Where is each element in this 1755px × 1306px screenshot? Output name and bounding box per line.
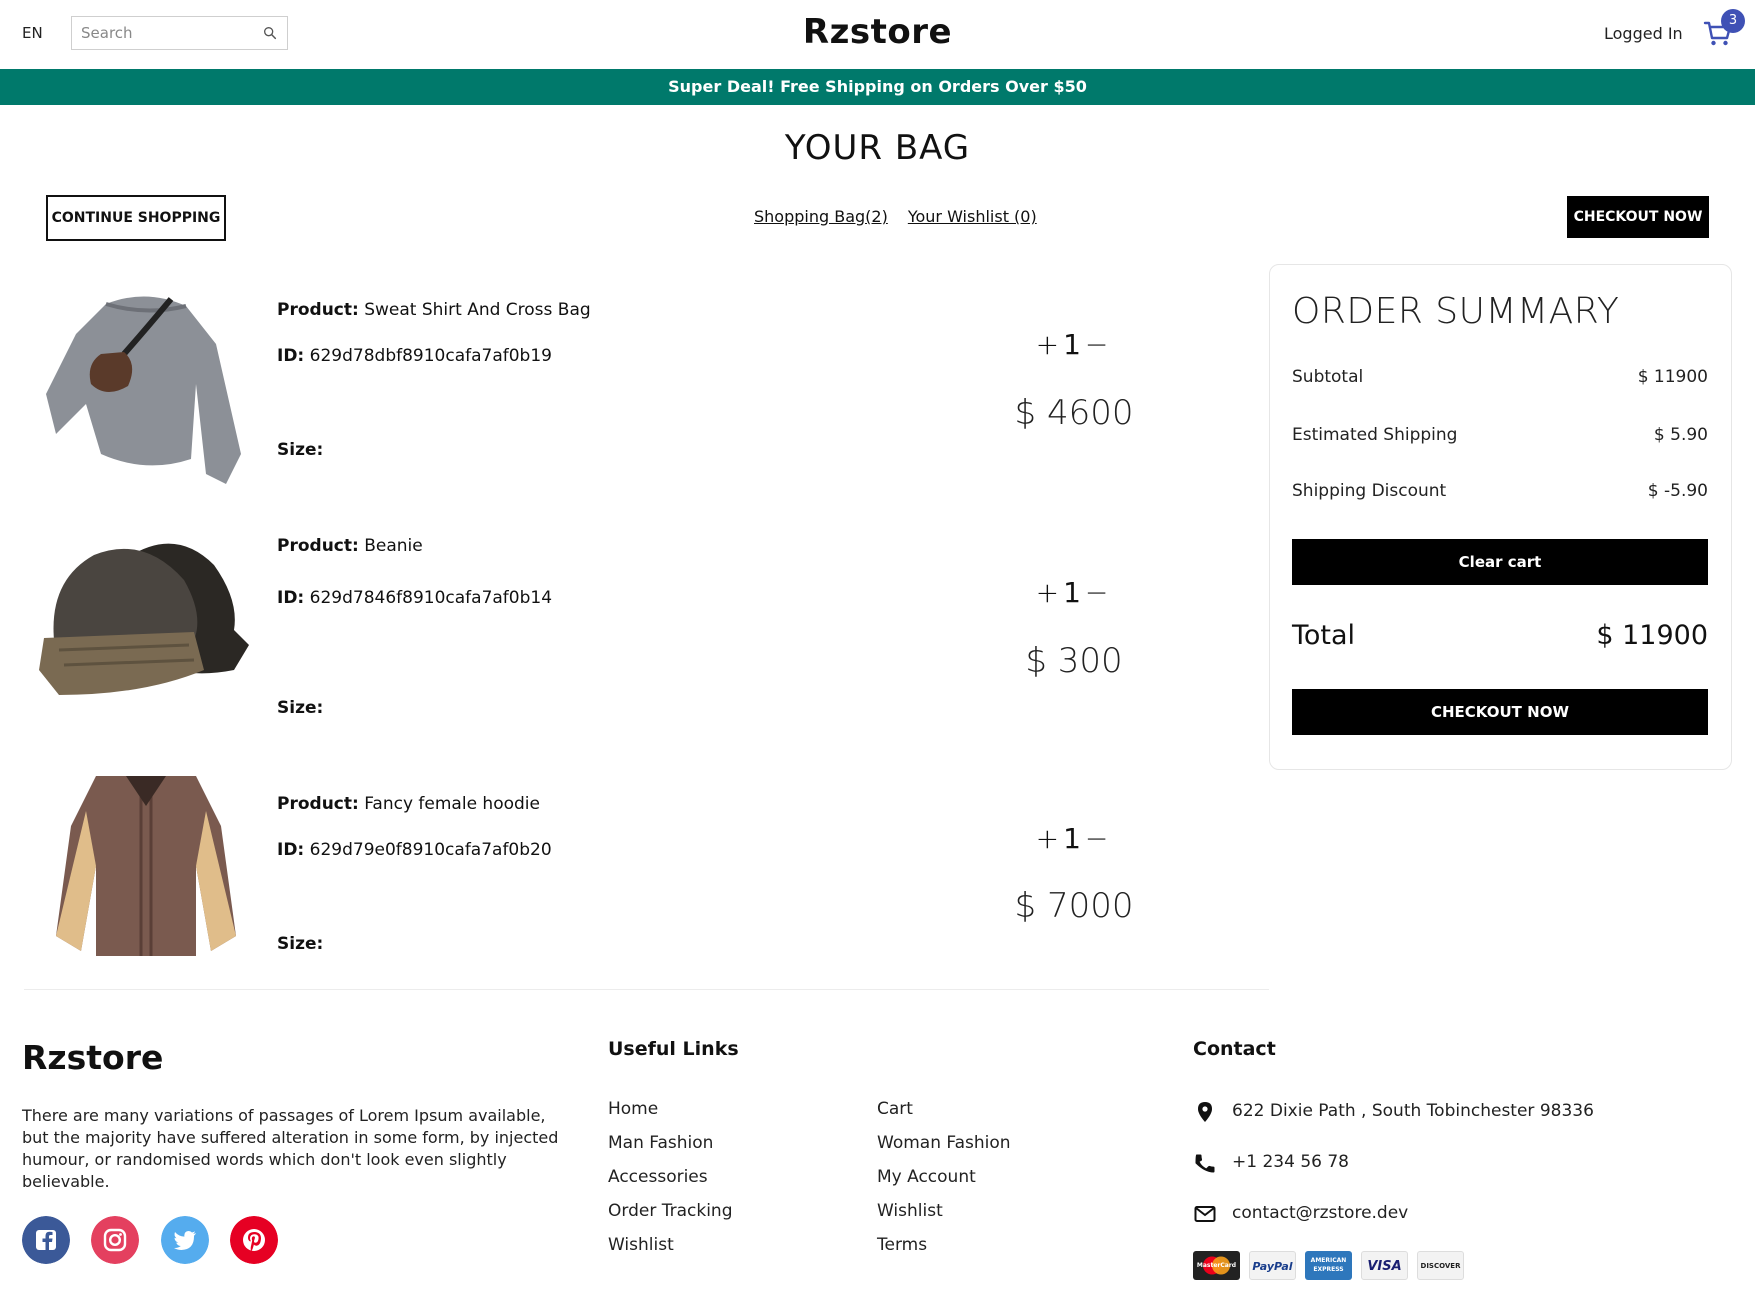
discover-logo: DISCOVER [1417, 1251, 1464, 1280]
shipping-value: $ 5.90 [1653, 425, 1708, 445]
subtotal-label: Subtotal [1292, 367, 1364, 387]
product-id: 629d79e0f8910cafa7af0b20 [309, 840, 552, 860]
phone-text: +1 234 56 78 [1232, 1152, 1349, 1172]
product-id: 629d7846f8910cafa7af0b14 [309, 588, 553, 608]
discount-value: $ -5.90 [1647, 481, 1708, 501]
footer-link-wishlist[interactable]: Wishlist [608, 1235, 674, 1255]
product-image[interactable] [34, 520, 254, 720]
quantity-stepper: +1− [1024, 822, 1124, 855]
size-label: Size: [277, 440, 324, 460]
cart-count-badge: 3 [1721, 9, 1745, 33]
cart-item: Product: Sweat Shirt And Cross Bag ID: 6… [24, 280, 1269, 500]
brand-logo[interactable]: Rzstore [803, 12, 952, 52]
shopping-bag-link[interactable]: Shopping Bag(2) [754, 207, 888, 226]
cart-item: Product: Beanie ID: 629d7846f8910cafa7af… [24, 516, 1269, 746]
product-name: Beanie [364, 536, 423, 556]
email-text: contact@rzstore.dev [1232, 1203, 1409, 1223]
language-selector[interactable]: EN [22, 24, 43, 42]
product-label: Product: [277, 794, 359, 814]
footer-link-accessories[interactable]: Accessories [608, 1167, 708, 1187]
increase-quantity-button[interactable]: + [1036, 328, 1063, 361]
footer-brand: Rzstore [22, 1038, 164, 1077]
continue-shopping-button[interactable]: CONTINUE SHOPPING [46, 195, 226, 241]
phone-icon [1195, 1154, 1215, 1173]
size-label: Size: [277, 934, 324, 954]
quantity-stepper: +1− [1024, 328, 1124, 361]
footer-link-terms[interactable]: Terms [877, 1235, 927, 1255]
item-price: $ 300 [1025, 641, 1123, 681]
item-price: $ 7000 [1014, 886, 1134, 926]
top-header: EN Rzstore Logged In 3 [0, 0, 1755, 69]
footer-link-order-tracking[interactable]: Order Tracking [608, 1201, 733, 1221]
search-box[interactable] [71, 16, 288, 50]
checkout-now-button[interactable]: CHECKOUT NOW [1567, 196, 1709, 238]
size-label: Size: [277, 698, 324, 718]
wishlist-link[interactable]: Your Wishlist (0) [908, 207, 1037, 226]
order-summary-panel: ORDER SUMMARY Subtotal $ 11900 Estimated… [1269, 264, 1732, 770]
product-label: Product: [277, 300, 359, 320]
facebook-icon[interactable] [22, 1216, 70, 1264]
order-summary-title: ORDER SUMMARY [1292, 291, 1620, 332]
mastercard-logo: MasterCard [1193, 1251, 1240, 1280]
location-pin-icon [1198, 1102, 1212, 1122]
paypal-logo: PayPal [1249, 1251, 1296, 1280]
product-image[interactable] [46, 766, 246, 966]
total-label: Total [1292, 620, 1356, 651]
mail-icon [1194, 1206, 1216, 1222]
search-icon[interactable] [262, 25, 278, 41]
clear-cart-button[interactable]: Clear cart [1292, 539, 1708, 585]
footer-link-my-account[interactable]: My Account [877, 1167, 976, 1187]
page-title: YOUR BAG [784, 128, 971, 168]
items-divider [24, 989, 1269, 990]
item-price: $ 4600 [1014, 393, 1134, 433]
bag-tabs: Shopping Bag(2) Your Wishlist (0) [754, 207, 1057, 226]
footer-link-woman-fashion[interactable]: Woman Fashion [877, 1133, 1011, 1153]
footer-link-cart[interactable]: Cart [877, 1099, 913, 1119]
total-value: $ 11900 [1596, 620, 1708, 651]
product-name: Fancy female hoodie [364, 794, 540, 814]
quantity-value: 1 [1063, 822, 1085, 855]
product-name: Sweat Shirt And Cross Bag [364, 300, 591, 320]
id-label: ID: [277, 840, 305, 860]
footer-link-home[interactable]: Home [608, 1099, 658, 1119]
contact-heading: Contact [1193, 1038, 1276, 1060]
promo-banner: Super Deal! Free Shipping on Orders Over… [0, 69, 1755, 105]
amex-logo: AMERICAN EXPRESS [1305, 1251, 1352, 1280]
product-id: 629d78dbf8910cafa7af0b19 [309, 346, 552, 366]
visa-logo: VISA [1361, 1251, 1408, 1280]
id-label: ID: [277, 588, 305, 608]
shipping-label: Estimated Shipping [1292, 425, 1458, 445]
increase-quantity-button[interactable]: + [1036, 822, 1063, 855]
search-input[interactable] [72, 17, 252, 49]
footer-description: There are many variations of passages of… [22, 1106, 559, 1191]
decrease-quantity-button[interactable]: − [1085, 822, 1112, 855]
summary-checkout-button[interactable]: CHECKOUT NOW [1292, 689, 1708, 735]
cart-item: Product: Fancy female hoodie ID: 629d79e… [24, 762, 1269, 982]
increase-quantity-button[interactable]: + [1036, 576, 1063, 609]
quantity-value: 1 [1063, 328, 1085, 361]
quantity-value: 1 [1063, 576, 1085, 609]
pinterest-icon[interactable] [230, 1216, 278, 1264]
footer-link-wishlist-2[interactable]: Wishlist [877, 1201, 943, 1221]
mastercard-label: MasterCard [1196, 1262, 1237, 1269]
footer-link-man-fashion[interactable]: Man Fashion [608, 1133, 713, 1153]
id-label: ID: [277, 346, 305, 366]
useful-links-heading: Useful Links [608, 1038, 739, 1060]
address-text: 622 Dixie Path , South Tobinchester 9833… [1232, 1101, 1594, 1121]
quantity-stepper: +1− [1024, 576, 1124, 609]
product-image[interactable] [46, 284, 246, 484]
subtotal-value: $ 11900 [1637, 367, 1708, 387]
login-status[interactable]: Logged In [1604, 24, 1683, 43]
product-label: Product: [277, 536, 359, 556]
instagram-icon[interactable] [91, 1216, 139, 1264]
twitter-icon[interactable] [161, 1216, 209, 1264]
decrease-quantity-button[interactable]: − [1085, 328, 1112, 361]
decrease-quantity-button[interactable]: − [1085, 576, 1112, 609]
discount-label: Shipping Discount [1292, 481, 1447, 501]
